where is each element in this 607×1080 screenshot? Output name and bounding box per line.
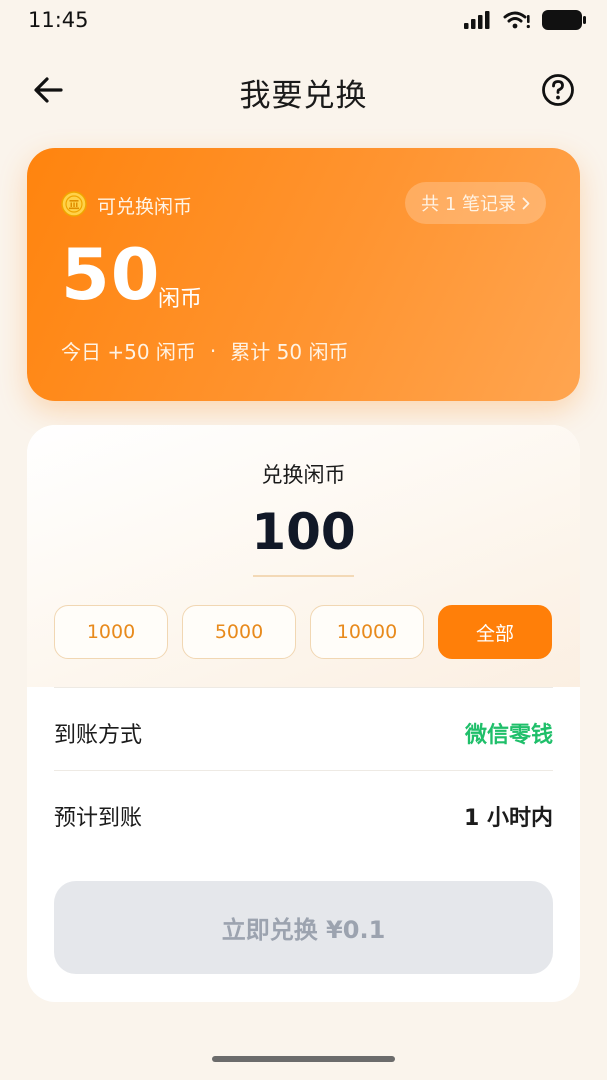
status-bar: 11:45 [0,0,607,40]
balance-label: 可兑换闲币 [97,196,193,218]
eta-label: 预计到账 [54,806,143,831]
exchange-screen: 11:45 我要兑换 可兑换闲币 共 1 笔记录 50 闲币 今日 +50 闲币… [0,0,607,1080]
signal-icon [464,11,490,29]
chevron-right-icon [522,197,530,209]
balance-unit: 闲币 [158,287,203,312]
status-icons [463,9,587,31]
option-10000-button[interactable]: 10000 [310,605,424,659]
exchange-amount-section: 兑换闲币 100 1000 5000 10000 全部 [27,425,580,687]
exchange-submit-button[interactable]: 立即兑换 ¥0.1 [54,881,553,974]
payout-method-value[interactable]: 微信零钱 [465,717,553,749]
total-earnings: 累计 50 闲币 [230,340,349,364]
stats-separator: · [209,338,217,363]
header: 我要兑换 [0,56,607,124]
amount-underline [253,575,354,577]
payout-method-label: 到账方式 [54,723,143,748]
divider [54,687,553,688]
balance-card: 可兑换闲币 共 1 笔记录 50 闲币 今日 +50 闲币 · 累计 50 闲币 [27,148,580,401]
balance-stats: 今日 +50 闲币 · 累计 50 闲币 [61,336,348,365]
help-button[interactable] [539,71,577,109]
eta-value: 1 小时内 [464,806,553,831]
divider [54,770,553,771]
question-circle-icon [542,74,574,106]
amount-options: 1000 5000 10000 全部 [54,605,552,659]
option-5000-button[interactable]: 5000 [182,605,296,659]
balance-amount: 50 [61,234,161,316]
exchange-card: 兑换闲币 100 1000 5000 10000 全部 到账方式 微信零钱 预计… [27,425,580,1002]
today-earnings: 今日 +50 闲币 [61,340,196,364]
records-label: 共 1 笔记录 [421,194,516,215]
coin-icon [61,191,87,217]
status-time: 11:45 [28,8,89,32]
option-1000-button[interactable]: 1000 [54,605,168,659]
home-indicator[interactable] [212,1056,395,1062]
wifi-icon [503,11,530,29]
records-link[interactable]: 共 1 笔记录 [405,182,546,224]
option-all-button[interactable]: 全部 [438,605,552,659]
exchange-amount[interactable]: 100 [27,503,580,561]
exchange-label: 兑换闲币 [261,463,346,487]
battery-icon [542,10,586,30]
page-title: 我要兑换 [239,78,368,114]
